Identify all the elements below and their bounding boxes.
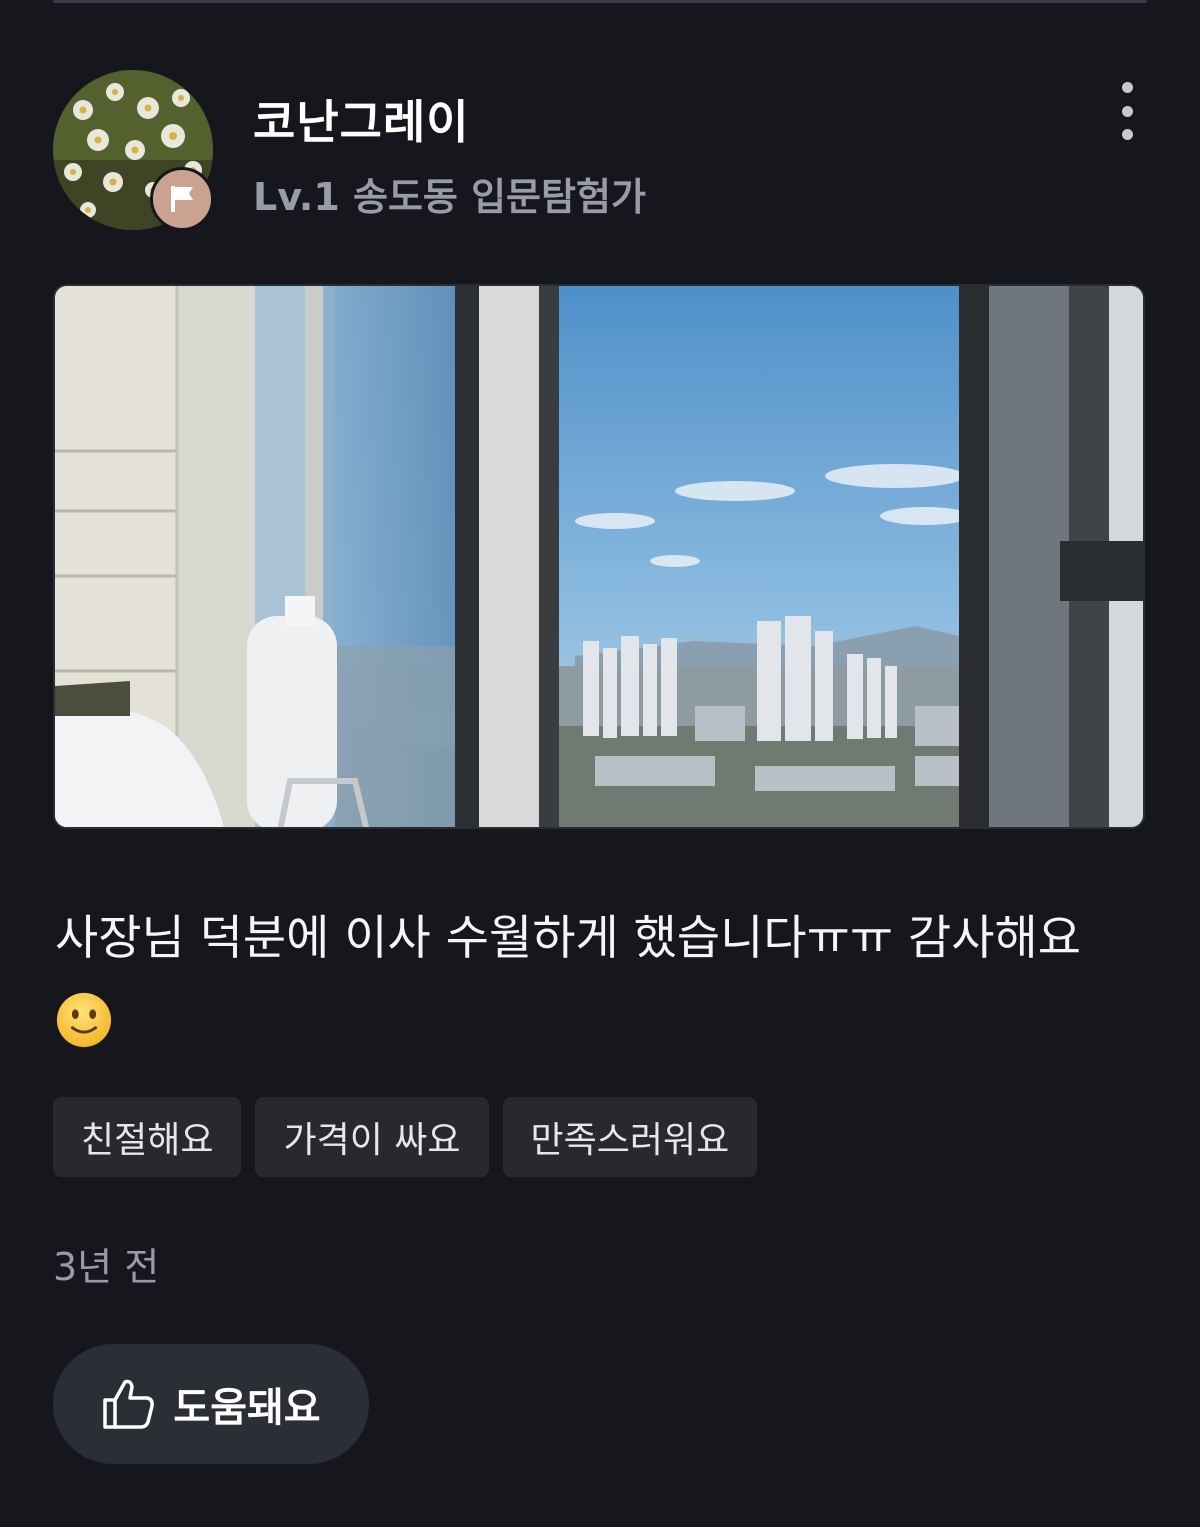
more-vertical-icon (1121, 129, 1133, 140)
review-photo[interactable] (53, 284, 1145, 829)
tag-kind: 친절해요 (53, 1097, 242, 1177)
helpful-label: 도움돼요 (173, 1385, 321, 1431)
window-city-view-image (55, 286, 1143, 827)
tag-cheap: 가격이 싸요 (255, 1097, 489, 1177)
top-divider (53, 0, 1147, 3)
more-options-button[interactable] (1107, 76, 1147, 146)
review-body: 사장님 덕분에 이사 수월하게 했습니다ㅠㅠ 감사해요 (55, 900, 1155, 1056)
flag-icon (171, 186, 193, 212)
flag-badge (150, 167, 214, 231)
author-name[interactable]: 코난그레이 (253, 86, 470, 152)
more-vertical-icon (1121, 105, 1133, 117)
review-header: 코난그레이 Lv.1 송도동 입문탐험가 (53, 70, 1147, 240)
review-text: 사장님 덕분에 이사 수월하게 했습니다ㅠㅠ 감사해요 (55, 911, 1081, 966)
helpful-button[interactable]: 도움돼요 (53, 1344, 369, 1464)
thumbs-up-icon (103, 1379, 155, 1429)
author-level: Lv.1 송도동 입문탐험가 (253, 175, 646, 219)
slightly-smiling-face-emoji (56, 992, 112, 1047)
review-time: 3년 전 (53, 1245, 160, 1289)
more-vertical-icon (1121, 82, 1133, 93)
review-tags: 친절해요 가격이 싸요 만족스러워요 (53, 1097, 758, 1177)
tag-satisfied: 만족스러워요 (502, 1097, 758, 1177)
